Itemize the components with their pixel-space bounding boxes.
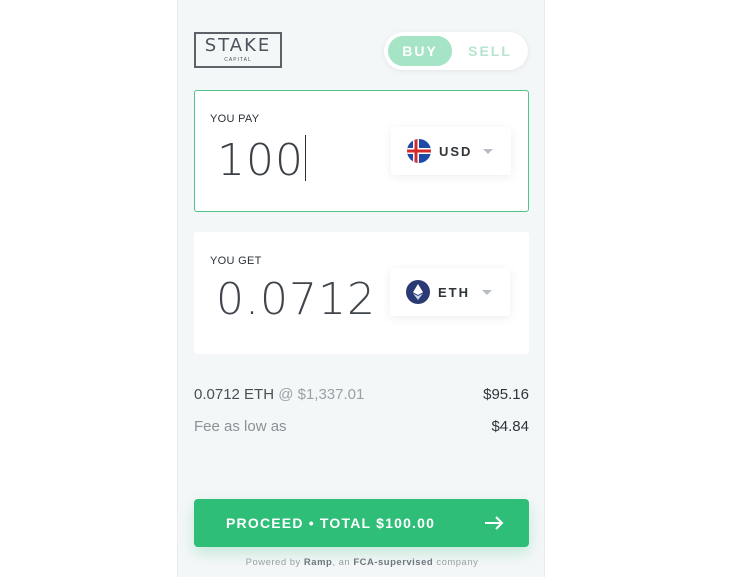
pay-amount-value: 100 bbox=[217, 135, 304, 186]
stake-capital-logo: STAKE CAPITAL bbox=[194, 32, 282, 68]
you-pay-label: YOU PAY bbox=[210, 113, 260, 125]
footer-middle: , an bbox=[332, 557, 354, 568]
chevron-down-icon bbox=[483, 148, 493, 154]
fee-value: $4.84 bbox=[491, 418, 529, 435]
ramp-widget: STAKE CAPITAL BUY SELL YOU PAY 100 USD Y… bbox=[177, 0, 545, 577]
buy-sell-toggle: BUY SELL bbox=[384, 32, 528, 70]
rate-price: @ $1,337.01 bbox=[278, 386, 365, 403]
rate-amount: 0.0712 ETH bbox=[194, 386, 275, 403]
text-cursor bbox=[304, 135, 307, 181]
rate-row: 0.0712 ETH @ $1,337.01 $95.16 bbox=[194, 386, 529, 403]
logo-main-text: STAKE bbox=[204, 35, 272, 56]
footer-fca: FCA-supervised bbox=[353, 557, 434, 568]
pay-currency-select[interactable]: USD bbox=[391, 127, 511, 175]
get-currency-code: ETH bbox=[438, 284, 470, 300]
proceed-label: PROCEED • TOTAL $100.00 bbox=[226, 515, 436, 531]
rate-value: $95.16 bbox=[483, 386, 529, 403]
get-amount-value: 0.0712 bbox=[216, 274, 376, 325]
powered-by-footer: Powered by Ramp, an FCA-supervised compa… bbox=[178, 557, 546, 568]
you-pay-card: YOU PAY 100 USD bbox=[194, 90, 529, 212]
buy-button[interactable]: BUY bbox=[388, 36, 452, 66]
you-get-label: YOU GET bbox=[210, 255, 262, 267]
footer-suffix: company bbox=[433, 557, 479, 568]
you-get-card: YOU GET 0.0712 ETH bbox=[194, 232, 529, 354]
arrow-right-icon bbox=[485, 516, 504, 530]
usd-flag-icon bbox=[407, 139, 431, 163]
sell-button[interactable]: SELL bbox=[458, 36, 522, 66]
logo-sub-text: CAPITAL bbox=[224, 57, 252, 63]
footer-brand: Ramp bbox=[303, 557, 333, 568]
pay-amount-input[interactable]: 100 bbox=[217, 135, 307, 186]
footer-prefix: Powered by bbox=[245, 557, 304, 568]
fee-label: Fee as low as bbox=[194, 418, 287, 435]
fee-row: Fee as low as $4.84 bbox=[194, 418, 529, 435]
get-currency-select[interactable]: ETH bbox=[390, 268, 510, 316]
chevron-down-icon bbox=[482, 289, 492, 295]
proceed-button[interactable]: PROCEED • TOTAL $100.00 bbox=[194, 499, 529, 547]
eth-icon bbox=[406, 280, 430, 304]
pay-currency-code: USD bbox=[439, 143, 473, 159]
